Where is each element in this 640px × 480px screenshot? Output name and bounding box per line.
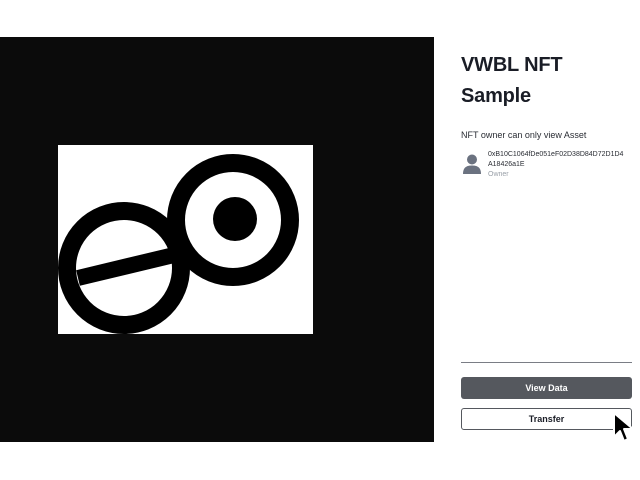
nft-title: VWBL NFT Sample — [461, 54, 563, 107]
view-data-button[interactable]: View Data — [461, 377, 632, 399]
nft-detail-page: VWBL NFT Sample NFT owner can only view … — [0, 0, 640, 480]
nft-artwork-image — [58, 145, 313, 334]
nft-description: NFT owner can only view Asset — [461, 130, 587, 140]
owner-label: Owner — [488, 171, 509, 178]
nft-media-viewer — [0, 37, 434, 442]
nft-info-panel: VWBL NFT Sample NFT owner can only view … — [461, 50, 632, 178]
owner-address: 0xB10C1064fDe051eF02D38D84D72D1D4A18426a… — [488, 151, 624, 168]
transfer-button[interactable]: Transfer — [461, 408, 632, 430]
vwbl-logo-artwork — [58, 154, 299, 334]
user-avatar-icon — [463, 154, 481, 174]
divider — [461, 362, 632, 363]
